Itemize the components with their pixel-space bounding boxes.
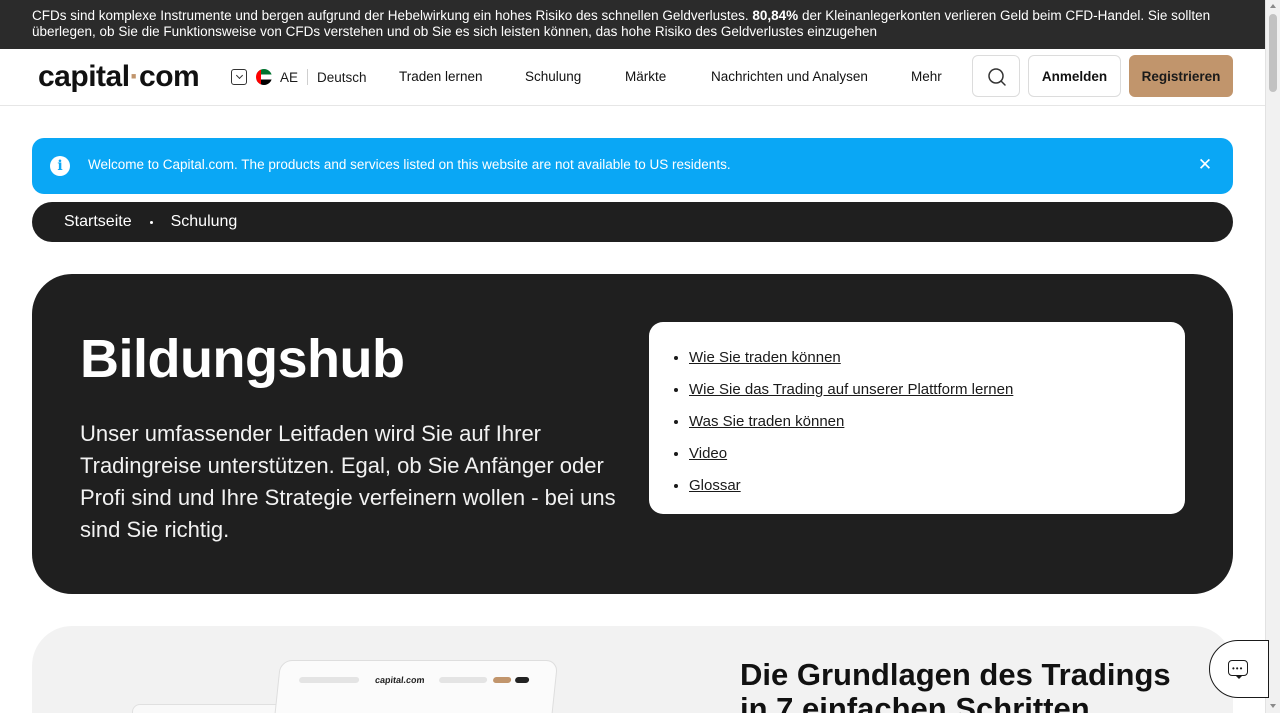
search-icon [988, 68, 1006, 86]
nav-traden-lernen[interactable]: Traden lernen [399, 69, 483, 84]
list-item: Video [689, 438, 1185, 470]
chat-icon: ••• [1228, 660, 1248, 679]
list-item: Wie Sie das Trading auf unserer Plattfor… [689, 374, 1185, 406]
device-ui-button [514, 677, 530, 683]
list-item: Was Sie traden können [689, 406, 1185, 438]
breadcrumb-separator [149, 220, 153, 224]
link-trading-plattform-lernen[interactable]: Wie Sie das Trading auf unserer Plattfor… [689, 381, 1013, 398]
section-title: Die Grundlagen des Tradings in 7 einfach… [740, 657, 1171, 713]
scroll-up-arrow-icon[interactable] [1270, 4, 1276, 8]
nav-maerkte[interactable]: Märkte [625, 69, 666, 84]
device-ui-button [492, 677, 512, 683]
device-ui-bar [438, 677, 488, 683]
breadcrumb-current: Schulung [170, 213, 238, 230]
list-item: Glossar [689, 470, 1185, 502]
hero-description: Unser umfassender Leitfaden wird Sie auf… [80, 421, 616, 542]
capital-com-logo[interactable]: capital·com [38, 60, 200, 94]
divider [307, 69, 309, 85]
info-icon: i [50, 156, 70, 176]
risk-warning-text: CFDs sind komplexe Instrumente und berge… [32, 8, 753, 23]
us-residents-banner: i Welcome to Capital.com. The products a… [32, 138, 1233, 194]
scroll-down-arrow-icon[interactable] [1270, 704, 1276, 708]
scrollbar-thumb[interactable] [1269, 14, 1277, 92]
section-links-card: Wie Sie traden können Wie Sie das Tradin… [649, 322, 1185, 514]
link-video[interactable]: Video [689, 445, 727, 462]
site-header: capital·com AE Deutsch Traden lernen Sch… [0, 49, 1265, 106]
platform-device-mockup: capital.com [271, 660, 559, 713]
language-label[interactable]: Deutsch [317, 70, 367, 85]
link-was-sie-traden-koennen[interactable]: Was Sie traden können [689, 413, 844, 430]
chat-button[interactable]: ••• [1209, 640, 1269, 698]
device-ui-bar [298, 677, 360, 683]
banner-text: Welcome to Capital.com. The products and… [88, 157, 731, 172]
hero-section: Bildungshub Unser umfassender Leitfaden … [32, 274, 1233, 594]
link-wie-sie-traden-koennen[interactable]: Wie Sie traden können [689, 349, 841, 366]
risk-warning-percent: 80,84% [752, 8, 799, 23]
nav-nachrichten-und-analysen[interactable]: Nachrichten und Analysen [711, 69, 868, 84]
nav-mehr[interactable]: Mehr [911, 69, 942, 84]
region-code: AE [280, 69, 299, 85]
chevron-down-icon[interactable] [231, 69, 247, 85]
trading-basics-section: capital.com Die Grundlagen des Tradings … [32, 626, 1233, 713]
list-item: Wie Sie traden können [689, 342, 1185, 374]
breadcrumb-home[interactable]: Startseite [64, 213, 132, 231]
breadcrumb: Startseite Schulung [32, 202, 1233, 242]
page-title: Bildungshub [80, 329, 405, 389]
login-button[interactable]: Anmelden [1028, 55, 1121, 97]
device-logo: capital.com [374, 675, 426, 685]
close-icon[interactable]: ✕ [1196, 154, 1214, 176]
register-button[interactable]: Registrieren [1129, 55, 1233, 97]
page-scrollbar[interactable] [1265, 0, 1280, 713]
risk-warning-bar: CFDs sind komplexe Instrumente und berge… [0, 0, 1265, 49]
uae-flag-icon [256, 69, 272, 85]
search-button[interactable] [972, 55, 1020, 97]
region-language-selector[interactable]: AE Deutsch [231, 69, 367, 85]
nav-schulung[interactable]: Schulung [525, 69, 581, 84]
link-glossar[interactable]: Glossar [689, 477, 741, 494]
